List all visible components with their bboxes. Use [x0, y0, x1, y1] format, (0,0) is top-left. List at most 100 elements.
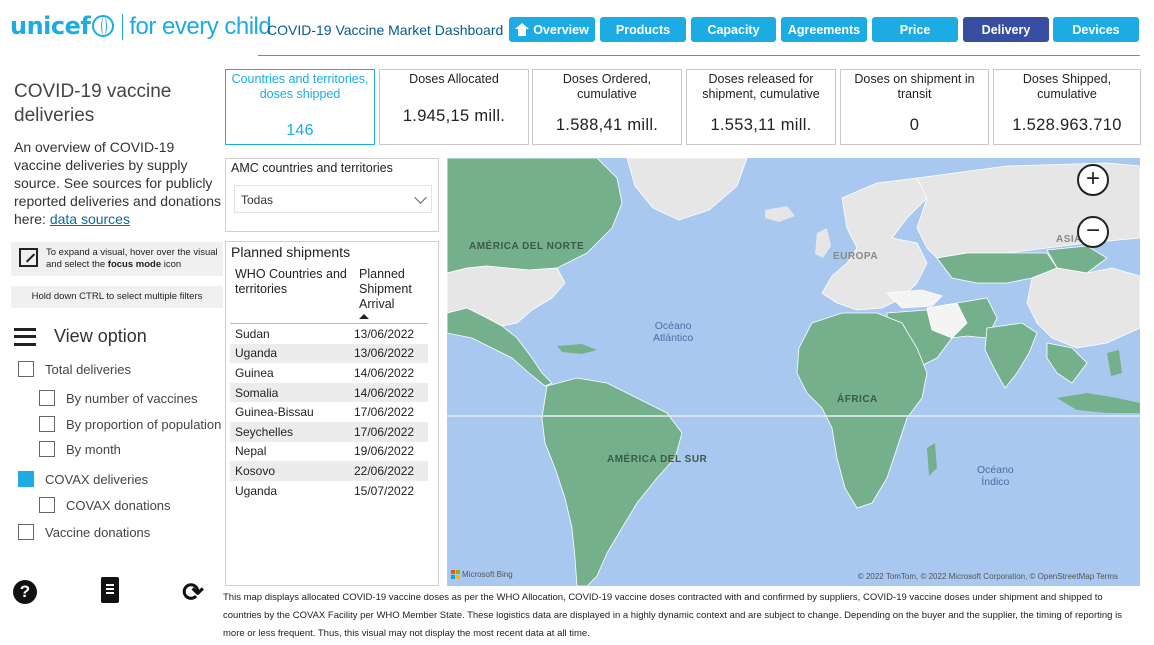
nav-label: Price	[899, 22, 931, 37]
nav-devices[interactable]: Devices	[1053, 17, 1139, 42]
checkbox[interactable]	[18, 361, 34, 377]
kpi-doses-allocated: Doses Allocated 1.945,15 mill.	[379, 69, 529, 145]
cell-country: Somalia	[235, 385, 279, 400]
option-by-number-of-vaccines[interactable]: By number of vaccines	[39, 390, 198, 406]
land-north-america	[447, 158, 623, 274]
table-row[interactable]: Sudan 13/06/2022	[230, 324, 428, 344]
option-covax-donations[interactable]: COVAX donations	[39, 497, 171, 513]
option-covax-deliveries[interactable]: COVAX deliveries	[18, 471, 148, 487]
nav-price[interactable]: Price	[872, 17, 958, 42]
chevron-down-icon	[414, 191, 427, 204]
table-row[interactable]: Kosovo 22/06/2022	[230, 461, 428, 481]
nav-agreements[interactable]: Agreements	[781, 17, 867, 42]
kpi-label: Countries and territories, doses shipped	[231, 72, 369, 101]
page-description: An overview of COVID-19 vaccine deliveri…	[14, 138, 224, 228]
land-southeast-asia	[1046, 342, 1088, 384]
brand-name: unicef	[10, 12, 91, 40]
kpi-label: Doses Shipped, cumulative	[1022, 72, 1112, 101]
nav-label: Overview	[533, 22, 589, 37]
land-china	[1026, 267, 1140, 349]
table-row[interactable]: Somalia 14/06/2022	[230, 382, 428, 403]
kpi-value: 1.553,11 mill.	[710, 116, 812, 134]
ocean-name-line1: Océano	[654, 320, 692, 332]
zoom-out-button[interactable]: −	[1077, 216, 1109, 248]
table-row[interactable]: Seychelles 17/06/2022	[230, 421, 428, 442]
bing-attribution: Microsoft Bing	[451, 570, 513, 579]
data-sources-link[interactable]: data sources	[50, 211, 130, 227]
checkbox[interactable]	[39, 416, 55, 432]
map-copyright[interactable]: © 2022 TomTom, © 2022 Microsoft Corporat…	[858, 572, 1118, 581]
table-header: WHO Countries and territories Planned Sh…	[226, 267, 438, 321]
nav-overview[interactable]: Overview	[509, 17, 595, 42]
table-row[interactable]: Uganda 15/07/2022	[230, 481, 428, 501]
ocean-name-line2: Atlántico	[653, 332, 694, 344]
label-europe: EUROPA	[833, 251, 879, 262]
option-by-month[interactable]: By month	[39, 441, 121, 457]
kpi-doses-released: Doses released for shipment, cumulative …	[686, 69, 836, 145]
land-iceland	[765, 206, 795, 222]
kpi-value: 0	[909, 116, 920, 134]
book-icon[interactable]	[101, 577, 119, 603]
cell-arrival-date: 17/06/2022	[354, 424, 415, 439]
amc-dropdown[interactable]: Todas	[234, 185, 432, 213]
table-row[interactable]: Uganda 13/06/2022	[230, 343, 428, 364]
kpi-doses-in-transit: Doses on shipment in transit 0	[840, 69, 989, 145]
option-total-deliveries[interactable]: Total deliveries	[18, 361, 131, 377]
kpi-doses-ordered: Doses Ordered, cumulative 1.588,41 mill.	[532, 69, 682, 145]
kpi-label: Doses on shipment in transit	[854, 72, 975, 101]
nav-capacity[interactable]: Capacity	[691, 17, 776, 42]
tagline: for every child	[129, 13, 272, 40]
label-atlantic-ocean: Océano Atlántico	[653, 320, 693, 344]
cell-country: Nepal	[235, 444, 267, 459]
cell-arrival-date: 14/06/2022	[354, 385, 415, 400]
cell-arrival-date: 19/06/2022	[354, 444, 415, 459]
kpi-label: Doses Allocated	[409, 72, 499, 86]
checkbox[interactable]	[18, 524, 34, 540]
header-divider	[258, 55, 1140, 56]
option-label: By month	[66, 441, 121, 457]
cell-country: Guinea	[235, 365, 274, 380]
land-uk	[815, 228, 831, 258]
kpi-countries-shipped: Countries and territories, doses shipped…	[225, 69, 375, 145]
cell-arrival-date: 17/06/2022	[354, 405, 415, 420]
option-vaccine-donations[interactable]: Vaccine donations	[18, 524, 150, 540]
sort-up-icon	[359, 314, 369, 319]
checkbox[interactable]	[39, 390, 55, 406]
hint-text-end: icon	[161, 259, 182, 270]
ocean-name-line1: Océano	[977, 464, 1014, 476]
option-label: By proportion of population	[66, 416, 222, 432]
land-india	[984, 322, 1038, 389]
checkbox-checked[interactable]	[18, 471, 34, 487]
view-option-header: View option	[14, 326, 147, 347]
kpi-label: Doses released for shipment, cumulative	[702, 72, 820, 101]
checkbox[interactable]	[39, 497, 55, 513]
bing-label: Microsoft Bing	[462, 570, 513, 579]
cell-country: Seychelles	[235, 424, 294, 439]
land-philippines	[1107, 350, 1122, 376]
refresh-icon[interactable]: ⟳	[180, 579, 206, 605]
zoom-in-button[interactable]: +	[1077, 164, 1109, 196]
home-icon	[515, 23, 530, 36]
option-label: COVAX donations	[66, 497, 171, 513]
globe-icon	[92, 15, 115, 37]
table-row[interactable]: Guinea-Bissau 17/06/2022	[230, 402, 428, 422]
kpi-value: 1.588,41 mill.	[555, 116, 659, 134]
amc-selected-value: Todas	[241, 193, 274, 207]
table-row[interactable]: Nepal 19/06/2022	[230, 442, 428, 462]
table-row[interactable]: Guinea 14/06/2022	[230, 363, 428, 383]
kpi-doses-shipped: Doses Shipped, cumulative 1.528.963.710	[993, 69, 1141, 145]
nav-products[interactable]: Products	[600, 17, 686, 42]
checkbox[interactable]	[39, 441, 55, 457]
world-map[interactable]: AMÉRICA DEL NORTE EUROPA ASIA ÁFRICA AMÉ…	[447, 158, 1140, 586]
nav-label: Products	[615, 22, 671, 37]
column-header-arrival[interactable]: Planned Shipment Arrival	[359, 267, 434, 312]
label-north-america: AMÉRICA DEL NORTE	[469, 241, 585, 252]
ocean-name-line2: Índico	[981, 476, 1010, 488]
column-header-country[interactable]: WHO Countries and territories	[235, 267, 350, 297]
nav-delivery[interactable]: Delivery	[963, 17, 1049, 42]
page-title: COVID-19 vaccine deliveries	[14, 81, 172, 126]
option-by-proportion-of-population[interactable]: By proportion of population	[39, 416, 225, 432]
label-south-america: AMÉRICA DEL SUR	[607, 454, 708, 465]
option-label: COVAX deliveries	[45, 471, 149, 487]
help-icon[interactable]: ?	[13, 580, 37, 604]
